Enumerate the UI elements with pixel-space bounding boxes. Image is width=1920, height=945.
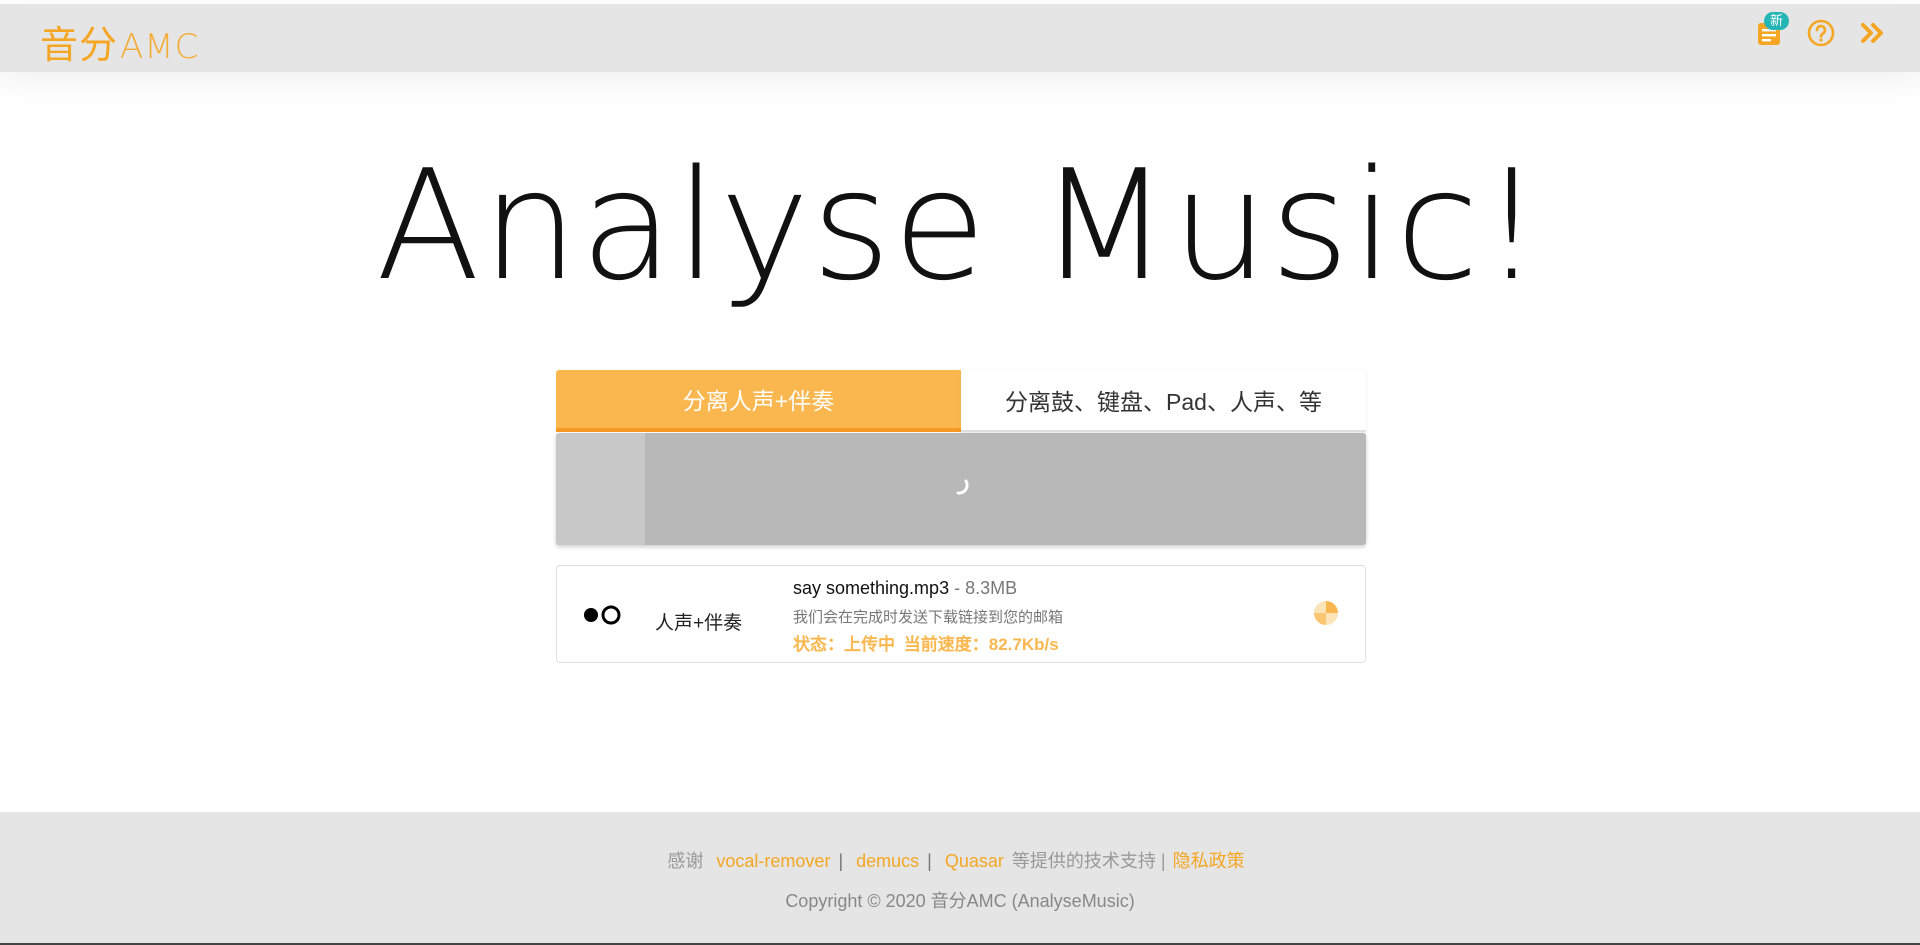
task-card: 人声+伴奏 say something.mp3 - 8.3MB 我们会在完成时发… xyxy=(556,565,1366,663)
file-info: say something.mp3 - 8.3MB xyxy=(793,578,1017,599)
help-icon xyxy=(1807,19,1835,47)
separator: | xyxy=(838,851,844,871)
loading-spinner-icon xyxy=(956,479,969,495)
status-label: 状态：上传中 xyxy=(793,635,895,654)
app-header: 音分 AMC 新 xyxy=(0,4,1920,72)
file-size: - 8.3MB xyxy=(949,578,1018,598)
new-badge: 新 xyxy=(1764,12,1790,30)
expand-button[interactable] xyxy=(1856,16,1890,50)
tab-multi-stem[interactable]: 分离鼓、键盘、Pad、人声、等 xyxy=(961,370,1366,432)
tab-vocal-accompaniment[interactable]: 分离人声+伴奏 xyxy=(556,370,961,432)
credits-tail: 等提供的技术支持 | xyxy=(1011,851,1166,871)
logo-en-text: AMC xyxy=(120,27,200,67)
two-circles-icon xyxy=(584,605,621,625)
header-actions: 新 xyxy=(1752,12,1890,50)
speed-label: 当前速度：82.7Kb/s xyxy=(903,635,1059,654)
progress-pie-icon xyxy=(1314,601,1338,625)
link-privacy-policy[interactable]: 隐私政策 xyxy=(1173,851,1245,871)
changelog-button[interactable]: 新 xyxy=(1752,12,1790,50)
upload-dropzone[interactable] xyxy=(556,433,1366,545)
upload-progress-fill xyxy=(556,433,646,545)
link-vocal-remover[interactable]: vocal-remover xyxy=(716,851,830,871)
link-demucs[interactable]: demucs xyxy=(856,851,919,871)
copyright: Copyright © 2020 音分AMC (AnalyseMusic) xyxy=(785,891,1135,911)
link-quasar[interactable]: Quasar xyxy=(945,851,1004,871)
file-name: say something.mp3 xyxy=(793,578,950,598)
credits-line: 感谢 vocal-remover | demucs | Quasar 等提供的技术支持… xyxy=(0,847,1920,873)
thanks-text: 感谢 xyxy=(667,851,704,871)
help-button[interactable] xyxy=(1804,16,1838,50)
email-note: 我们会在完成时发送下载链接到您的邮箱 xyxy=(793,609,1064,626)
logo[interactable]: 音分 AMC xyxy=(40,14,199,67)
hero-title: Analyse Music! xyxy=(375,137,1545,314)
double-chevron-right-icon xyxy=(1861,23,1883,43)
separator: | xyxy=(927,851,932,871)
mode-tabs: 分离人声+伴奏 分离鼓、键盘、Pad、人声、等 xyxy=(556,370,1366,432)
logo-cn-text: 音分 xyxy=(40,23,119,67)
task-type-label: 人声+伴奏 xyxy=(655,613,743,634)
upload-status: 状态：上传中 当前速度：82.7Kb/s xyxy=(793,630,1063,655)
footer: 感谢 vocal-remover | demucs | Quasar 等提供的技术支持… xyxy=(0,812,1920,945)
